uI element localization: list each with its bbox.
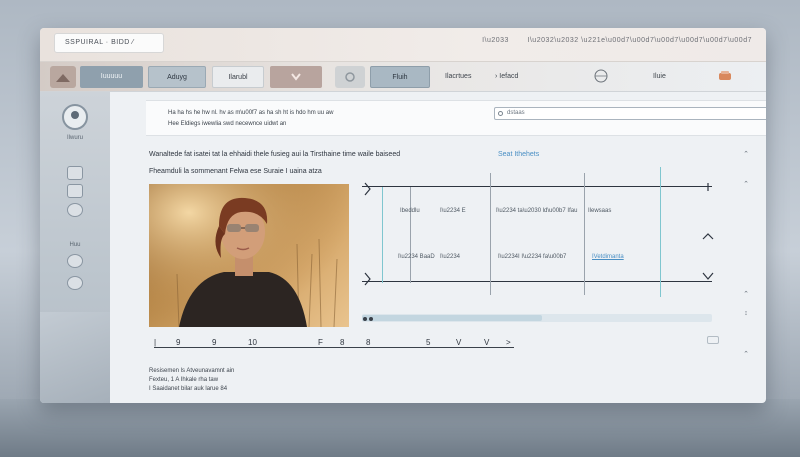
table-guide: [660, 167, 661, 297]
scrollbar-thumb[interactable]: [362, 315, 542, 321]
footer-line-1: Resisemen ls Atveunavamnt ain: [149, 368, 235, 374]
toolbar-link-2[interactable]: › Iefacd: [495, 73, 518, 80]
search-icon: [498, 111, 503, 116]
app-window: SSPUIRAL · BIDD ⁄ I\u2033 I\u2032\u2032 …: [40, 28, 766, 403]
table-cell[interactable]: I\u2234I I\u2234 fa\u00b7: [498, 254, 566, 260]
title-control-1[interactable]: I\u2033: [482, 37, 509, 44]
table-divider: [490, 173, 491, 295]
rail-control-2[interactable]: ⌃: [740, 180, 752, 188]
search-placeholder: dstaas: [507, 110, 525, 116]
grid-icon[interactable]: [67, 184, 83, 198]
heart-icon[interactable]: [270, 66, 322, 88]
title-control-2[interactable]: I\u2032\u2032 \u221e\u00d7\u00d7\u00d7\u…: [527, 37, 752, 44]
list-icon[interactable]: [67, 166, 83, 180]
timeline-line: [154, 347, 514, 348]
table-cell[interactable]: I\u2234 BaaD: [398, 254, 435, 260]
avatar[interactable]: [62, 104, 88, 130]
search-input[interactable]: dstaas ×: [494, 107, 766, 120]
description-line-2: Fheamduli la sommenant Felwa ese Suraie …: [149, 168, 322, 175]
address-line-1: Ha ha hs he hw nl. hv as m\u00f7 as ha s…: [168, 110, 334, 116]
profile-photo: [149, 184, 349, 327]
timeline-ruler[interactable]: | 9 9 10 F 8 8 5 V V >: [154, 338, 514, 358]
details-link[interactable]: Seat Ithehets: [498, 151, 539, 158]
help-icon[interactable]: [67, 276, 83, 290]
toolbar-link-2-label: Iefacd: [499, 73, 519, 80]
data-table: Ibeddlu I\u2234 E I\u2234 ta\u2030 ld\u0…: [362, 167, 714, 297]
sidebar-section-label: Huu: [69, 242, 81, 248]
sidebar: Ilwuru Huu: [40, 92, 110, 403]
refresh-icon[interactable]: [335, 66, 365, 88]
footer-line-3: I Saaidanet bilar auk larue 84: [149, 386, 228, 392]
ruler-tick: |: [154, 338, 157, 347]
ruler-tick: 8: [340, 338, 345, 347]
ruler-tick: 5: [426, 338, 431, 347]
rail-control-5[interactable]: ⌃: [740, 350, 752, 358]
toolbar-link-3[interactable]: Iluie: [653, 73, 666, 80]
ruler-tick: 9: [176, 338, 181, 347]
table-divider: [410, 187, 411, 283]
horizontal-scrollbar[interactable]: [362, 314, 712, 322]
rail-control-3[interactable]: ⌃: [740, 290, 752, 298]
table-divider: [584, 173, 585, 295]
home-icon[interactable]: [50, 66, 76, 88]
expand-icon[interactable]: [707, 336, 719, 344]
toolbar-button-6[interactable]: Fluih: [370, 66, 430, 88]
table-cell[interactable]: I\u2234: [440, 254, 460, 260]
resize-handle-icons[interactable]: [700, 183, 716, 287]
description-line-1: Wanaltede fat isatei tat la ehhaidi thel…: [149, 151, 401, 158]
ruler-tick: 9: [212, 338, 217, 347]
toolbar: Iuuuuu Aduyg Ilarubl Fluih Ilacrtues › I…: [40, 62, 766, 92]
sidebar-footer: [40, 312, 110, 403]
ruler-tick: 8: [366, 338, 371, 347]
row-arrow-icons: [364, 182, 371, 286]
desktop-background: [0, 399, 800, 457]
table-cell[interactable]: Ilewsaas: [588, 208, 611, 214]
ruler-tick: F: [318, 338, 323, 347]
cart-icon[interactable]: [716, 68, 734, 84]
table-link[interactable]: IVetdimanta: [592, 254, 624, 260]
address-panel: Ha ha hs he hw nl. hv as m\u00f7 as ha s…: [146, 100, 766, 136]
address-line-2: Hee Eldiegs iwewlia swd necewnce uidwt a…: [168, 121, 287, 127]
toolbar-button-1[interactable]: Iuuuuu: [80, 66, 143, 88]
footer-line-2: Fexteu, 1 A Ihkale rha taw: [149, 377, 219, 383]
title-bar: SSPUIRAL · BIDD ⁄ I\u2033 I\u2032\u2032 …: [40, 28, 766, 62]
rail-control-1[interactable]: ⌃: [740, 150, 752, 158]
ruler-tick: >: [506, 338, 511, 347]
toolbar-link-1[interactable]: Ilacrtues: [445, 73, 471, 80]
toolbar-button-2[interactable]: Aduyg: [148, 66, 206, 88]
table-cell[interactable]: I\u2234 E: [440, 208, 466, 214]
user-icon[interactable]: [67, 254, 83, 268]
window-title[interactable]: SSPUIRAL · BIDD ⁄: [54, 33, 164, 53]
table-guide: [382, 187, 383, 283]
title-bar-controls: I\u2033 I\u2032\u2032 \u221e\u00d7\u00d7…: [466, 37, 752, 44]
table-cell[interactable]: Ibeddlu: [400, 208, 420, 214]
ruler-tick: 10: [248, 338, 257, 347]
rail-control-4[interactable]: ↕: [740, 310, 752, 317]
toolbar-button-3[interactable]: Ilarubl: [212, 66, 264, 88]
ruler-tick: V: [456, 338, 462, 347]
scroll-dots-icon: [363, 317, 373, 321]
sidebar-profile-label: Ilwuru: [66, 135, 83, 141]
settings-icon[interactable]: [67, 203, 83, 217]
globe-icon[interactable]: [592, 68, 610, 84]
table-cell[interactable]: I\u2234 ta\u2030 ld\u00b7 Ifau: [496, 208, 577, 214]
portrait-image: [149, 184, 349, 327]
ruler-tick: V: [484, 338, 490, 347]
